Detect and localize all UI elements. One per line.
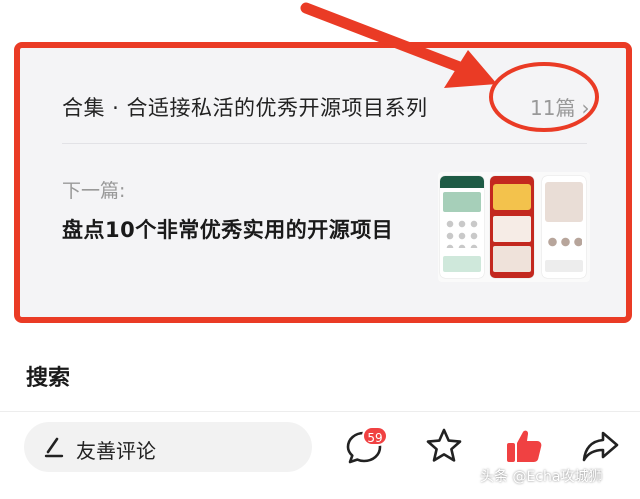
collection-count-link[interactable]: 11篇 › <box>530 92 589 121</box>
chevron-right-icon: › <box>581 96 590 120</box>
pen-icon <box>44 437 64 458</box>
search-heading: 搜索 <box>26 366 71 391</box>
share-icon[interactable] <box>578 424 622 468</box>
article-footer-page: 合集 · 合适接私活的优秀开源项目系列 11篇 › 下一篇: 盘点10个非常优秀实… <box>0 0 640 499</box>
collection-count: 11篇 <box>530 96 576 120</box>
comment-count-badge: 59 <box>362 426 388 446</box>
thumbnail-phone-3 <box>542 176 586 278</box>
next-article-label: 下一篇: <box>62 180 126 202</box>
card-divider <box>62 143 587 144</box>
next-article-title[interactable]: 盘点10个非常优秀实用的开源项目 <box>62 214 393 244</box>
thumbs-up-icon[interactable] <box>502 424 546 468</box>
star-icon[interactable] <box>422 424 466 468</box>
section-divider <box>0 411 640 412</box>
comment-input[interactable]: 友善评论 <box>24 422 312 472</box>
thumbnail-phone-1 <box>440 176 484 278</box>
thumbnail-phone-2 <box>490 176 534 278</box>
collection-title[interactable]: 合集 · 合适接私活的优秀开源项目系列 <box>62 92 428 122</box>
collection-card[interactable]: 合集 · 合适接私活的优秀开源项目系列 11篇 › 下一篇: 盘点10个非常优秀实… <box>14 42 632 323</box>
comment-placeholder: 友善评论 <box>76 439 156 463</box>
watermark: 头条 @Echa攻城狮 <box>480 469 603 485</box>
next-article-thumbnail[interactable] <box>438 172 590 282</box>
